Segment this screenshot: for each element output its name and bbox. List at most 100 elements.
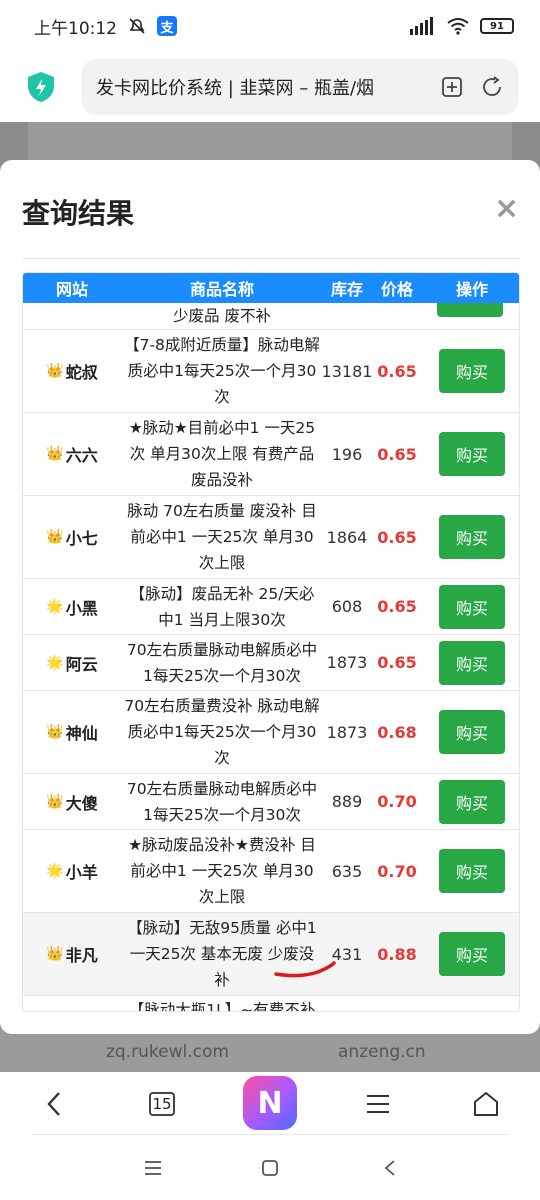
site-name[interactable]: 👑 小七 [23,496,121,578]
table-row: 👑 神仙 70左右质量费没补 脉动电解质必中1每天25次一个月30次 1873 0.68… [23,691,519,774]
buy-button[interactable]: 购买 [439,432,505,476]
site-name[interactable]: 👑 蛇叔 [23,330,121,412]
buy-button[interactable]: 购买 [439,640,505,685]
stock-value: 1873 [326,722,368,742]
table-row: 👑 六六 ★脉动★目前必中1 一天25次 单月30次上限 有费产品 废品没补 196 0… [23,413,519,496]
stock-value: 635 [331,861,363,881]
close-button[interactable]: × [494,194,519,224]
rank-badge-icon: 🌟 [46,863,64,879]
stock-value: 1873 [326,653,368,672]
home-square-icon[interactable] [261,1159,279,1177]
buy-button[interactable]: 购买 [439,779,505,824]
rank-badge-icon: 🌟 [46,598,64,615]
product-name: 70左右质量脉动电解质必中1每天25次一个月30次 [126,640,318,685]
site-label[interactable]: 六六 [66,442,98,466]
rank-badge-icon: 👑 [46,446,64,462]
table-row: 👑 蛇叔 【7-8成附近质量】脉动电解质必中1每天25次一个月30次 13181 0.6… [23,330,519,413]
price-value: 0.88 [377,944,417,964]
site-name[interactable]: 👑 六六 [23,413,121,495]
page-title[interactable]: 发卡网比价系统 | 韭菜网 – 瓶盖/烟 [96,74,424,100]
site-label[interactable]: 非凡 [66,942,98,966]
site-name[interactable]: 🌟 小黑 [23,579,121,634]
buy-button[interactable]: 购买 [439,584,505,629]
wifi-icon [447,18,469,35]
table-row: 🌟 小羊 ★脉动废品没补★费没补 目前必中1 一天25次 单月30次上限 635 0.7… [23,830,519,913]
product-name: 【脉动】废品无补 25/天必中1 当月上限30次 [129,584,315,629]
rank-badge-icon: 👑 [46,724,64,740]
home-icon [474,1092,498,1116]
product-name: 【脉动】无敌95质量 必中1 一天25次 基本无废 少废没补 [127,919,317,989]
site-label[interactable]: 阿云 [66,651,98,675]
buy-button[interactable]: 购买 [439,932,505,976]
menu-icon [367,1095,389,1113]
product-name: 【7-8成附近质量】脉动电解质必中1每天25次一个月30次 [124,336,320,406]
product-name: 少废品 废不补 [173,307,271,325]
site-name[interactable]: 👑 非凡 [23,913,121,995]
buy-button[interactable]: 购买 [439,515,505,559]
site-label[interactable]: 大傻 [66,790,98,814]
app-logo-icon: N [243,1076,297,1130]
site-name[interactable]: 🌟 阿云 [23,635,121,690]
bg-url-1: zq.rukewl.com [106,1042,229,1062]
price-value: 0.65 [377,597,417,616]
stock-value: 608 [331,597,363,616]
site-label[interactable]: 小黑 [66,595,98,619]
rank-badge-icon: 👑 [46,529,64,545]
header-site: 网站 [55,280,88,299]
security-shield-icon[interactable] [26,71,56,103]
recent-apps-icon[interactable] [144,1160,162,1176]
product-name: 70左右质量脉动电解质必中1每天25次一个月30次 [126,779,318,824]
product-name: 脉动 70左右质量 废没补 目前必中1 一天25次 单月30次上限 [127,502,317,572]
site-name[interactable]: 👑 大傻 [23,774,121,829]
table-row: 👑 小七 脉动 70左右质量 废没补 目前必中1 一天25次 单月30次上限 1864… [23,496,519,579]
tab-count: 15 [149,1092,175,1116]
site-name[interactable]: 👑 神仙 [23,691,121,773]
buy-button[interactable]: 购买 [439,849,505,893]
table-row: 🌟 阿云 70左右质量脉动电解质必中1每天25次一个月30次 1873 0.65 购买 [23,635,519,691]
price-value: 0.68 [377,722,417,742]
stock-value: 889 [331,792,363,811]
battery-icon: 91 [480,18,514,34]
add-bookmark-icon[interactable] [440,75,464,99]
address-bar[interactable]: 发卡网比价系统 | 韭菜网 – 瓶盖/烟 [82,59,518,115]
site-label[interactable]: 小七 [66,525,98,549]
product-name: ★脉动★目前必中1 一天25次 单月30次上限 有费产品 废品没补 [128,419,316,489]
stock-value: 13181 [321,361,373,381]
results-table[interactable]: 网站 商品名称 库存 价格 操作 少废品 废不补 👑 蛇叔 【7-8成附近质量】脉动… [22,272,520,1012]
table-row: 🌟 小黑 【脉动】废品无补 25/天必中1 当月上限30次 608 0.65 购买 [23,579,519,635]
site-label[interactable]: 神仙 [66,720,98,744]
site-name[interactable]: 🌟 小羊 [23,830,121,912]
price-value: 0.65 [377,444,417,464]
buy-button[interactable]: 购买 [439,710,505,754]
browser-toolbar: 发卡网比价系统 | 韭菜网 – 瓶盖/烟 [0,52,540,122]
nav-divider [32,1134,508,1135]
red-underline-annotation [274,961,336,978]
stock-value: 1864 [326,527,368,547]
back-button[interactable] [36,1086,72,1122]
site-label[interactable]: 蛇叔 [66,359,98,383]
refresh-icon[interactable] [480,75,504,99]
site-label[interactable]: 小羊 [66,859,98,883]
modal-title: 查询结果 [22,197,135,230]
back-triangle-icon[interactable] [382,1158,398,1178]
tabs-button[interactable]: 15 [146,1088,178,1120]
price-value: 0.70 [377,792,417,811]
buy-button[interactable]: 购买 [439,349,505,393]
rank-badge-icon: 👑 [46,363,64,379]
buy-button-partial[interactable] [437,303,503,317]
mute-bell-icon [129,18,145,34]
table-row-partial: 【脉动大瓶1L】~有费不补 [23,997,519,1012]
bg-url-2: anzeng.cn [338,1042,426,1062]
app-home-button[interactable]: N [243,1076,297,1130]
header-action: 操作 [455,280,488,299]
product-name: ★脉动废品没补★费没补 目前必中1 一天25次 单月30次上限 [128,836,316,906]
product-name: 【脉动大瓶1L】~有费不补 [128,1001,316,1012]
price-value: 0.65 [377,361,417,381]
signal-icon [410,17,433,35]
home-button[interactable] [468,1086,504,1122]
price-value: 0.65 [377,653,417,672]
price-value: 0.70 [377,861,417,881]
menu-button[interactable] [362,1088,394,1120]
stock-value: 196 [331,444,363,464]
chevron-left-icon [47,1092,60,1116]
